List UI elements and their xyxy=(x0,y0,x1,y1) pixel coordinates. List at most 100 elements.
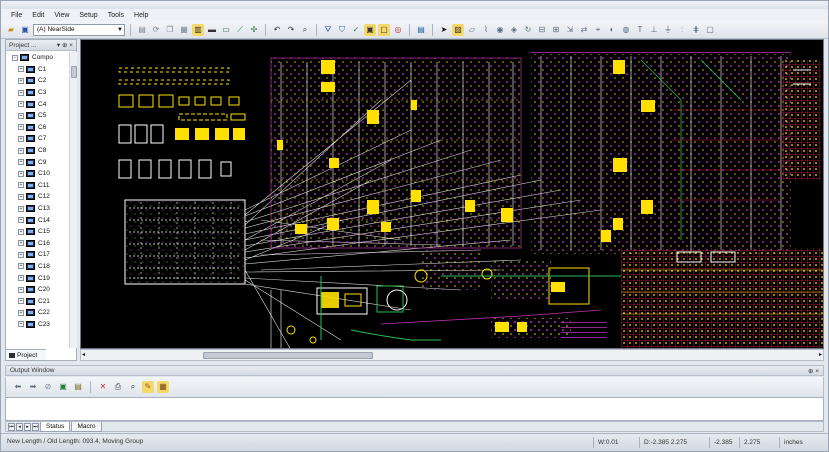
tab-status[interactable]: Status xyxy=(40,421,71,432)
open-icon[interactable]: ▰ xyxy=(5,24,17,36)
tree-item[interactable]: + C15 xyxy=(6,226,68,238)
stop-icon[interactable]: ⊘ xyxy=(42,381,54,393)
refresh-icon[interactable]: ⟳ xyxy=(150,24,162,36)
prev-tab-icon[interactable]: ◂ xyxy=(16,422,23,431)
view-2d-icon[interactable]: ▣ xyxy=(364,23,376,36)
output-log[interactable] xyxy=(5,397,824,421)
tree-item[interactable]: + C8 xyxy=(6,145,68,157)
expand-icon[interactable]: + xyxy=(18,193,24,200)
scroll-left-icon[interactable]: ◂ xyxy=(82,351,85,358)
copy-icon[interactable]: ❐ xyxy=(164,24,176,36)
book-icon[interactable]: ▤ xyxy=(415,24,427,36)
expand-icon[interactable]: + xyxy=(18,124,24,131)
text-icon[interactable]: T xyxy=(634,24,646,36)
distribute-icon[interactable]: ⊞ xyxy=(550,24,562,36)
tree-item[interactable]: + C7 xyxy=(6,133,68,145)
tree-item[interactable]: + C6 xyxy=(6,122,68,134)
expand-icon[interactable]: + xyxy=(18,77,24,84)
select-icon[interactable]: ➤ xyxy=(438,24,450,36)
tree-item[interactable]: + C10 xyxy=(6,168,68,180)
stretch-icon[interactable]: ⇲ xyxy=(564,24,576,36)
tree-item[interactable]: + C12 xyxy=(6,191,68,203)
trace-icon[interactable]: ⌇ xyxy=(480,24,492,36)
filter-icon[interactable]: ⛉ xyxy=(336,24,348,36)
collapse-icon[interactable]: − xyxy=(12,54,18,61)
menu-file[interactable]: File xyxy=(11,12,22,19)
scroll-right-icon[interactable]: ▸ xyxy=(819,351,822,358)
expand-icon[interactable]: + xyxy=(18,170,24,177)
expand-icon[interactable]: + xyxy=(18,251,24,258)
align-icon[interactable]: ⊟ xyxy=(536,24,548,36)
menu-view[interactable]: View xyxy=(54,12,69,19)
expand-icon[interactable]: + xyxy=(18,135,24,142)
next-tab-icon[interactable]: ▸ xyxy=(24,422,31,431)
pcb-canvas[interactable] xyxy=(80,39,824,349)
monitor-icon[interactable]: ▭ xyxy=(220,24,232,36)
tree-item[interactable]: + C16 xyxy=(6,238,68,250)
highlight-icon[interactable]: ▥ xyxy=(192,23,204,36)
check-icon[interactable]: ✓ xyxy=(350,24,362,36)
tree-item[interactable]: + C9 xyxy=(6,156,68,168)
expand-icon[interactable]: + xyxy=(18,275,24,282)
net-icon[interactable]: ⛛ xyxy=(322,24,334,36)
tree-item[interactable]: + C5 xyxy=(6,110,68,122)
output-window-controls[interactable]: ⊕ × xyxy=(808,367,819,375)
highlight-log-icon[interactable]: ✎ xyxy=(142,381,154,393)
tree-root[interactable]: − Compo xyxy=(6,52,68,64)
select-area-icon[interactable]: ▨ xyxy=(452,23,464,36)
first-tab-icon[interactable]: ⏮ xyxy=(8,422,15,431)
tree-item[interactable]: + C22 xyxy=(6,307,68,319)
bus-icon[interactable]: ⋕ xyxy=(690,24,702,36)
tab-macro[interactable]: Macro xyxy=(71,421,102,432)
layer-select[interactable]: (A) NearSide ▼ xyxy=(33,23,125,36)
expand-icon[interactable]: + xyxy=(18,89,24,96)
canvas-hscrollbar[interactable]: ◂ ▸ xyxy=(80,349,824,361)
tree-item[interactable]: + C3 xyxy=(6,87,68,99)
flip-icon[interactable]: ⇄ xyxy=(578,24,590,36)
project-tab[interactable]: Project xyxy=(6,349,46,360)
forward-icon[interactable]: ➡ xyxy=(27,381,39,393)
tree-item[interactable]: + C17 xyxy=(6,249,68,261)
expand-icon[interactable]: + xyxy=(18,159,24,166)
expand-icon[interactable]: + xyxy=(18,286,24,293)
move-icon[interactable]: ✣ xyxy=(248,24,260,36)
expand-icon[interactable]: + xyxy=(18,66,24,73)
expand-icon[interactable]: + xyxy=(18,205,24,212)
expand-icon[interactable]: + xyxy=(18,112,24,119)
via-icon[interactable]: ◉ xyxy=(494,24,506,36)
panel-pin-icon[interactable]: ▾ ⊕ × xyxy=(57,41,73,49)
tree-item[interactable]: + C18 xyxy=(6,261,68,273)
save-log-icon[interactable]: ▤ xyxy=(72,381,84,393)
split-icon[interactable]: ⫶ xyxy=(676,24,688,36)
tree-scrollbar-thumb[interactable] xyxy=(71,66,77,78)
expand-icon[interactable]: + xyxy=(18,147,24,154)
drc-icon[interactable]: ◎ xyxy=(392,24,404,36)
tree-item[interactable]: + C19 xyxy=(6,272,68,284)
tree-item[interactable]: + C11 xyxy=(6,180,68,192)
rotate-icon[interactable]: ↻ xyxy=(522,24,534,36)
last-tab-icon[interactable]: ⏭ xyxy=(32,422,39,431)
expand-icon[interactable]: + xyxy=(18,298,24,305)
tree-item[interactable]: + C14 xyxy=(6,214,68,226)
expand-icon[interactable]: + xyxy=(18,309,24,316)
shape-icon[interactable]: ◈ xyxy=(508,24,520,36)
ground-icon[interactable]: ⏚ xyxy=(662,24,674,36)
print-icon[interactable]: ⎙ xyxy=(112,381,124,393)
canvas-hscrollbar-thumb[interactable] xyxy=(203,352,373,359)
grid-icon[interactable]: ▦ xyxy=(178,24,190,36)
clear-icon[interactable]: ▣ xyxy=(57,381,69,393)
menu-setup[interactable]: Setup xyxy=(79,12,97,19)
expand-icon[interactable]: + xyxy=(18,228,24,235)
tree-item[interactable]: + C1 xyxy=(6,64,68,76)
zoom-icon[interactable]: ⌕ xyxy=(299,24,311,36)
save-icon[interactable]: ▣ xyxy=(19,24,31,36)
find-icon[interactable]: ⌕ xyxy=(127,381,139,393)
tree-scrollbar[interactable] xyxy=(69,52,77,348)
copper-icon[interactable]: ◐ xyxy=(606,24,618,36)
expand-icon[interactable]: + xyxy=(18,217,24,224)
measure-icon[interactable]: ⌖ xyxy=(592,24,604,36)
view-3d-icon[interactable]: ▢ xyxy=(378,23,390,36)
layer-icon[interactable]: ▤ xyxy=(136,24,148,36)
plane-icon[interactable]: ▱ xyxy=(466,24,478,36)
expand-icon[interactable]: + xyxy=(18,101,24,108)
